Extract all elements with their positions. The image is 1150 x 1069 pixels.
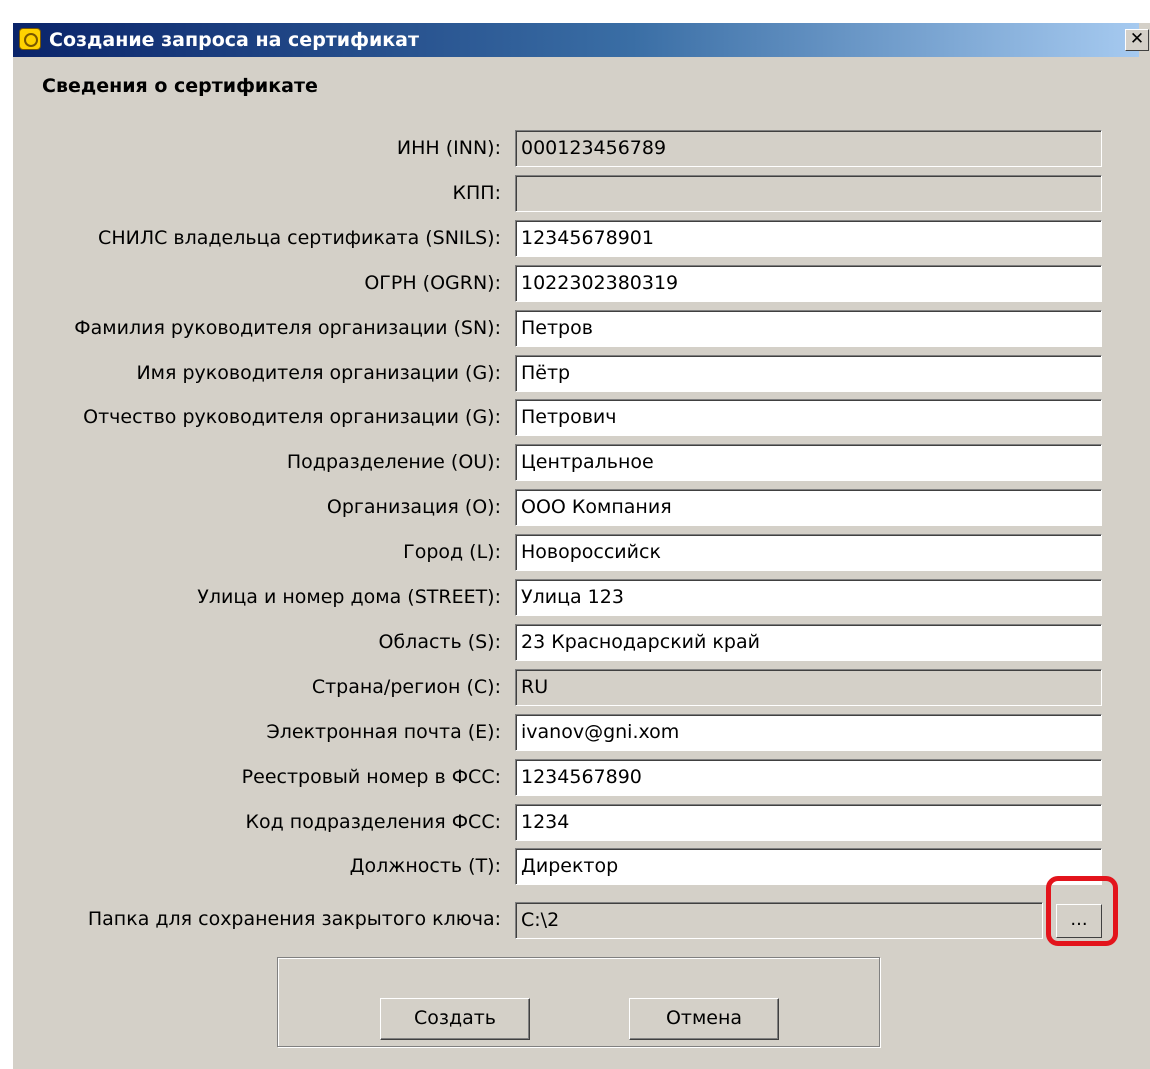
create-button[interactable]: Создать	[380, 998, 530, 1040]
field-label: ОГРН (OGRN):	[364, 272, 501, 294]
certificate-request-dialog: Создание запроса на сертификат ✕ Сведени…	[12, 22, 1150, 1069]
field-label: Отчество руководителя организации (G):	[83, 406, 501, 428]
field-input[interactable]: Петрович	[515, 399, 1102, 436]
close-icon: ✕	[1129, 29, 1145, 49]
field-input[interactable]: 000123456789	[515, 130, 1102, 167]
window-title: Создание запроса на сертификат	[49, 29, 420, 51]
browse-folder-button[interactable]: ...	[1056, 904, 1102, 938]
field-label: ИНН (INN):	[396, 137, 501, 159]
app-icon	[19, 28, 41, 50]
field-label: Реестровый номер в ФСС:	[241, 766, 501, 788]
field-input[interactable]: Улица 123	[515, 579, 1102, 616]
close-button[interactable]: ✕	[1125, 29, 1149, 51]
key-folder-field[interactable]: C:\2	[515, 902, 1043, 939]
field-label: Должность (T):	[349, 855, 501, 877]
field-input[interactable]: Пётр	[515, 355, 1102, 392]
field-label: Электронная почта (E):	[266, 721, 501, 743]
field-label: Область (S):	[378, 631, 502, 653]
field-input[interactable]: Центральное	[515, 444, 1102, 481]
title-bar[interactable]: Создание запроса на сертификат	[13, 23, 1139, 57]
field-input[interactable]: 1234	[515, 804, 1102, 841]
field-label: Подразделение (OU):	[286, 451, 501, 473]
field-input[interactable]: Новороссийск	[515, 534, 1102, 571]
field-input[interactable]: 1022302380319	[515, 265, 1102, 302]
field-label: Город (L):	[403, 541, 501, 563]
field-input[interactable]: Петров	[515, 310, 1102, 347]
field-input[interactable]: RU	[515, 669, 1102, 706]
field-input[interactable]: 12345678901	[515, 220, 1102, 257]
field-input[interactable]: 23 Краснодарский край	[515, 624, 1102, 661]
field-label: Код подразделения ФСС:	[245, 811, 501, 833]
field-label: Фамилия руководителя организации (SN):	[74, 317, 501, 339]
key-folder-label: Папка для сохранения закрытого ключа:	[87, 908, 501, 930]
field-label: Имя руководителя организации (G):	[136, 362, 501, 384]
button-panel: Создать Отмена	[277, 957, 880, 1047]
field-input[interactable]: ivanov@gni.xom	[515, 714, 1102, 751]
field-label: Организация (O):	[326, 496, 501, 518]
field-input[interactable]: ООО Компания	[515, 489, 1102, 526]
field-input[interactable]: 1234567890	[515, 759, 1102, 796]
field-input[interactable]: Директор	[515, 848, 1102, 885]
field-label: СНИЛС владельца сертификата (SNILS):	[98, 227, 501, 249]
cancel-button[interactable]: Отмена	[629, 998, 779, 1040]
field-label: Страна/регион (C):	[311, 676, 501, 698]
section-heading: Сведения о сертификате	[42, 75, 318, 97]
field-label: Улица и номер дома (STREET):	[197, 586, 501, 608]
field-input[interactable]	[515, 175, 1102, 212]
field-label: КПП:	[452, 182, 501, 204]
